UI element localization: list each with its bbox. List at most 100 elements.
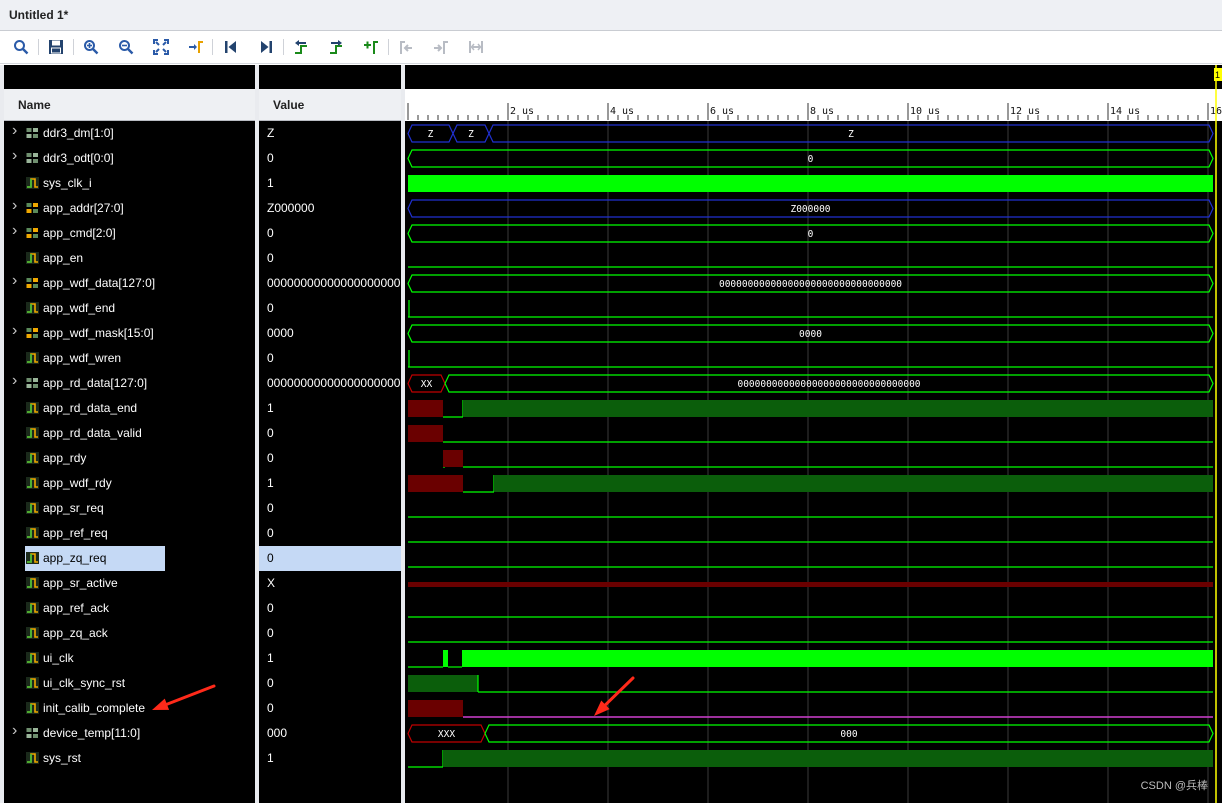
value-row[interactable]: 0 xyxy=(259,421,401,446)
signal-row[interactable]: › ddr3_odt[0:0] xyxy=(4,146,255,171)
value-row[interactable]: 0 xyxy=(259,246,401,271)
signal-row[interactable]: app_ref_ack xyxy=(4,596,255,621)
name-column-header[interactable]: Name xyxy=(4,89,255,121)
expand-chevron-icon[interactable]: › xyxy=(12,372,17,390)
signal-row[interactable]: app_rdy xyxy=(4,446,255,471)
zoom-fit-icon[interactable] xyxy=(150,37,172,57)
waveform-panel[interactable]: 2 us4 us6 us8 us10 us12 us14 us161ZZZ0Z0… xyxy=(405,65,1222,803)
value-row[interactable]: 00000000000000000000000000000000 xyxy=(259,371,401,396)
add-marker-icon[interactable] xyxy=(360,37,382,57)
signal-row[interactable]: app_zq_req xyxy=(4,546,255,571)
value-row[interactable]: 0 xyxy=(259,221,401,246)
signal-row[interactable]: ui_clk_sync_rst xyxy=(4,671,255,696)
value-row[interactable]: 000 xyxy=(259,721,401,746)
signal-row[interactable]: sys_rst xyxy=(4,746,255,771)
signal-row[interactable]: init_calib_complete xyxy=(4,696,255,721)
go-to-time-0-icon[interactable] xyxy=(220,37,242,57)
bus-segment-label: 000 xyxy=(840,729,857,740)
signal-row[interactable]: app_wdf_wren xyxy=(4,346,255,371)
signal-value: 1 xyxy=(267,751,274,765)
bit-signal-icon xyxy=(26,177,39,189)
swap-cursors-icon[interactable] xyxy=(465,37,487,57)
zoom-out-icon[interactable] xyxy=(115,37,137,57)
value-row[interactable]: X xyxy=(259,571,401,596)
signal-row[interactable]: app_sr_active xyxy=(4,571,255,596)
value-row[interactable]: 1 xyxy=(259,171,401,196)
bus-segment-label: 0 xyxy=(808,229,814,240)
bus-segment-z-label: Z xyxy=(428,129,434,140)
signal-row[interactable]: app_sr_req xyxy=(4,496,255,521)
value-row[interactable]: 0 xyxy=(259,596,401,621)
value-row[interactable]: 0 xyxy=(259,496,401,521)
signal-row[interactable]: app_wdf_rdy xyxy=(4,471,255,496)
signal-row[interactable]: sys_clk_i xyxy=(4,171,255,196)
value-row[interactable]: 1 xyxy=(259,646,401,671)
value-row[interactable]: 0 xyxy=(259,696,401,721)
value-row[interactable]: 0 xyxy=(259,446,401,471)
zoom-in-icon[interactable] xyxy=(80,37,102,57)
value-row[interactable]: 1 xyxy=(259,396,401,421)
next-marker-icon[interactable] xyxy=(430,37,452,57)
signal-row[interactable]: app_ref_req xyxy=(4,521,255,546)
signal-name-panel[interactable]: Name › ddr3_dm[1:0] › ddr3_odt[0:0] sys_clk_… xyxy=(4,65,255,803)
signal-row[interactable]: › ddr3_dm[1:0] xyxy=(4,121,255,146)
time-cursor-label: 1 xyxy=(1215,70,1220,80)
undefined-block xyxy=(408,400,443,417)
value-row[interactable]: 1 xyxy=(259,746,401,771)
expand-chevron-icon[interactable]: › xyxy=(12,722,17,740)
value-row[interactable]: 0000 xyxy=(259,321,401,346)
value-row[interactable]: Z000000 xyxy=(259,196,401,221)
signal-row[interactable]: app_wdf_end xyxy=(4,296,255,321)
value-row[interactable]: 0 xyxy=(259,146,401,171)
save-icon[interactable] xyxy=(45,37,67,57)
signal-name: ddr3_dm[1:0] xyxy=(43,126,114,140)
expand-chevron-icon[interactable]: › xyxy=(12,272,17,290)
value-row[interactable]: 0 xyxy=(259,296,401,321)
bit-signal-icon xyxy=(26,477,39,489)
signal-row[interactable]: › app_wdf_mask[15:0] xyxy=(4,321,255,346)
search-icon[interactable] xyxy=(10,37,32,57)
value-column-header[interactable]: Value xyxy=(259,89,401,121)
bit-signal-icon xyxy=(26,252,39,264)
bus-signal-icon xyxy=(26,728,38,738)
signal-row[interactable]: app_rd_data_end xyxy=(4,396,255,421)
signal-row[interactable]: ui_clk xyxy=(4,646,255,671)
signal-value: 0 xyxy=(267,626,274,640)
signal-row[interactable]: app_en xyxy=(4,246,255,271)
bus-signal-icon xyxy=(26,128,38,138)
expand-chevron-icon[interactable]: › xyxy=(12,322,17,340)
expand-chevron-icon[interactable]: › xyxy=(12,122,17,140)
value-row[interactable]: Z xyxy=(259,121,401,146)
value-row[interactable]: 00000000000000000000000000000000 xyxy=(259,271,401,296)
signal-row[interactable]: › app_cmd[2:0] xyxy=(4,221,255,246)
undefined-block xyxy=(408,475,463,492)
expand-chevron-icon[interactable]: › xyxy=(12,147,17,165)
value-row[interactable]: 0 xyxy=(259,671,401,696)
signal-name: app_rdy xyxy=(43,451,87,465)
waveform-canvas[interactable]: 2 us4 us6 us8 us10 us12 us14 us161ZZZ0Z0… xyxy=(405,65,1222,803)
signal-row[interactable]: app_rd_data_valid xyxy=(4,421,255,446)
signal-row[interactable]: › app_addr[27:0] xyxy=(4,196,255,221)
next-transition-icon[interactable] xyxy=(325,37,347,57)
bus-signal-icon xyxy=(26,203,38,213)
signal-row[interactable]: › app_wdf_data[127:0] xyxy=(4,271,255,296)
previous-transition-icon[interactable] xyxy=(290,37,312,57)
signal-row[interactable]: › device_temp[11:0] xyxy=(4,721,255,746)
value-row[interactable]: 1 xyxy=(259,471,401,496)
signal-value: 0000 xyxy=(267,326,294,340)
value-row[interactable]: 0 xyxy=(259,621,401,646)
value-row[interactable]: 0 xyxy=(259,346,401,371)
previous-marker-icon[interactable] xyxy=(395,37,417,57)
signal-name: app_wdf_rdy xyxy=(43,476,112,490)
goto-cursor-icon[interactable] xyxy=(185,37,207,57)
signal-value-panel[interactable]: Value Z 0 1 Z000000 0 0 00000000000000000000 0 0… xyxy=(259,65,401,803)
value-row[interactable]: 0 xyxy=(259,546,401,571)
expand-chevron-icon[interactable]: › xyxy=(12,222,17,240)
signal-row[interactable]: › app_rd_data[127:0] xyxy=(4,371,255,396)
signal-row[interactable]: app_zq_ack xyxy=(4,621,255,646)
signal-value: 1 xyxy=(267,401,274,415)
signal-value: 0 xyxy=(267,676,274,690)
expand-chevron-icon[interactable]: › xyxy=(12,197,17,215)
value-row[interactable]: 0 xyxy=(259,521,401,546)
go-to-last-time-icon[interactable] xyxy=(255,37,277,57)
